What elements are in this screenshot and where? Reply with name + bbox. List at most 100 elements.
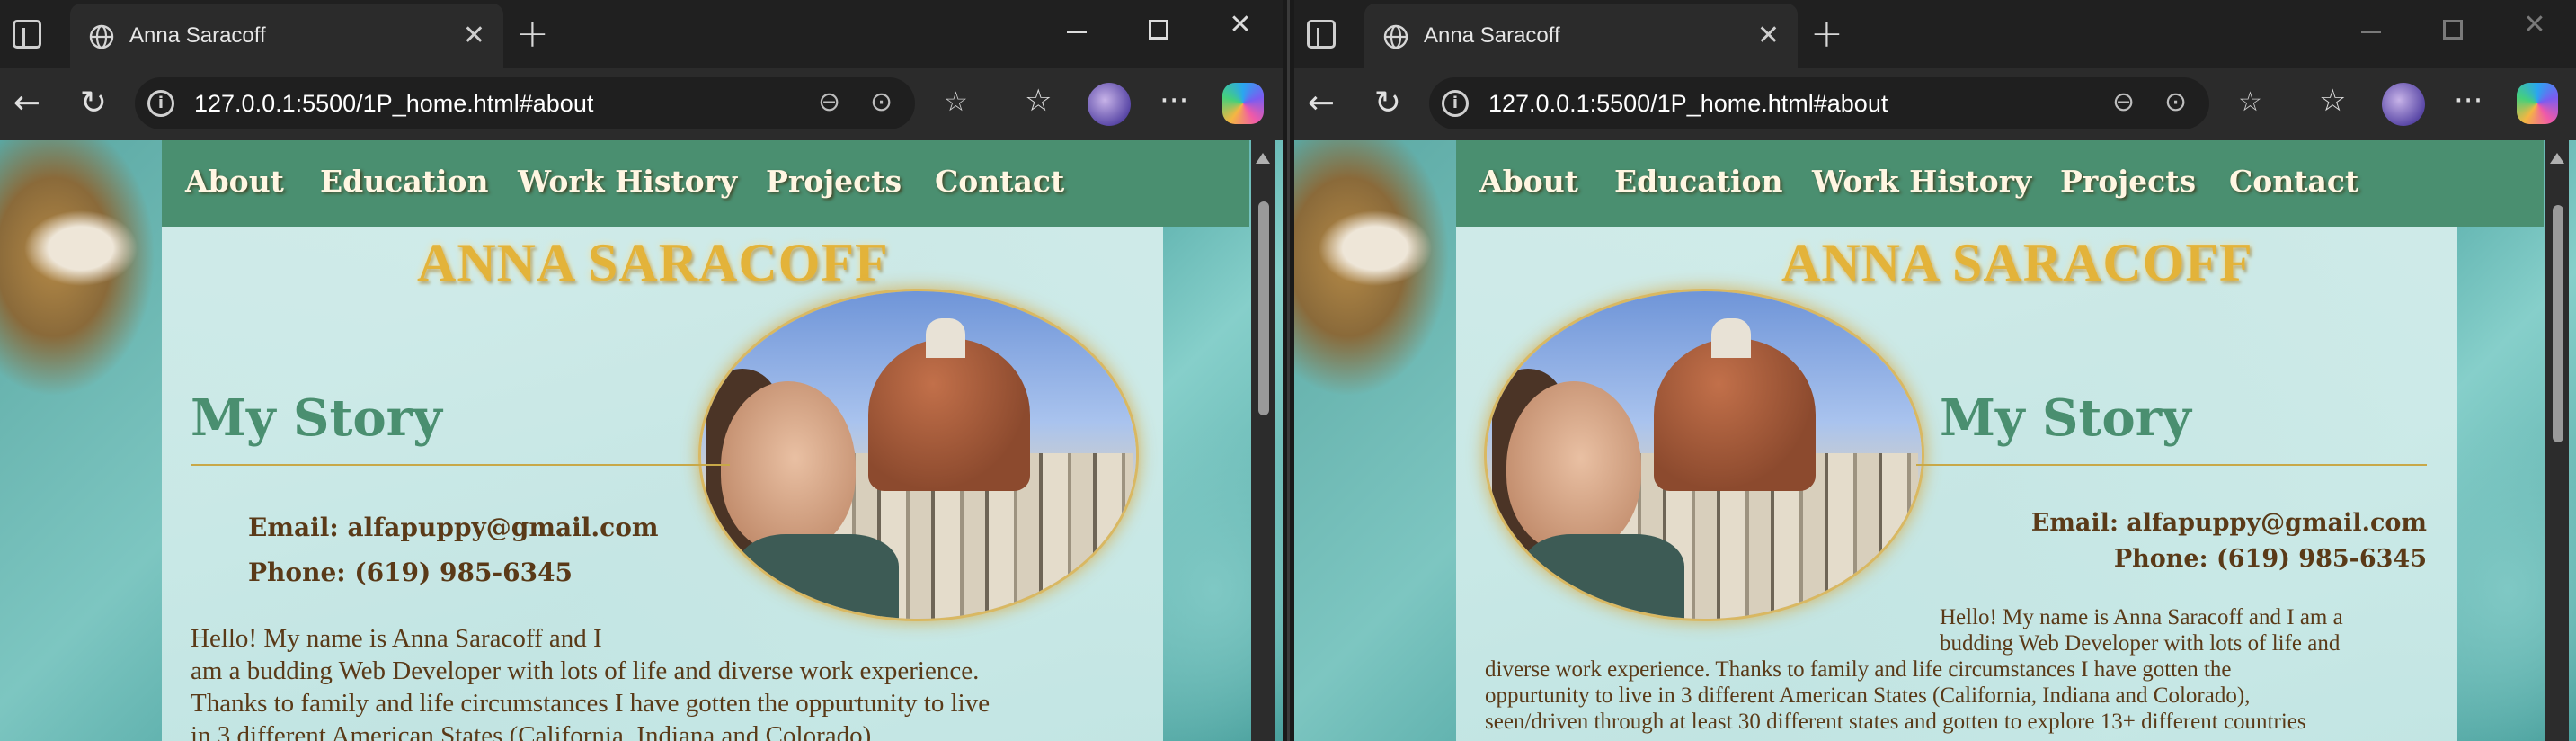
more-icon[interactable]: ··· — [2454, 83, 2483, 119]
nav-work-history[interactable]: Work History — [1812, 164, 2031, 199]
email-text: Email: alfapuppy@gmail.com — [2030, 509, 2427, 537]
refresh-icon[interactable]: ↻ — [1368, 85, 1408, 121]
window-close-icon[interactable]: ✕ — [1213, 9, 1267, 40]
page-viewport: About Education Work History Projects Co… — [1294, 140, 2576, 741]
site-navbar: About Education Work History Projects Co… — [1456, 140, 2544, 227]
address-bar[interactable]: i 127.0.0.1:5500/1P_home.html#about ⊖ ⊙ … — [135, 77, 968, 129]
maximize-icon[interactable] — [2443, 20, 2463, 40]
scroll-up-icon[interactable] — [1256, 153, 1270, 164]
plus-icon[interactable]: + — [1810, 11, 1843, 57]
nav-projects[interactable]: Projects — [2060, 164, 2196, 199]
avatar[interactable] — [1088, 83, 1131, 126]
nav-contact[interactable]: Contact — [935, 164, 1064, 199]
portrait-photo — [1487, 291, 1922, 619]
favorites-icon[interactable]: ☆ — [1025, 83, 1052, 119]
cathedral-cupola — [1711, 318, 1751, 358]
favorites-icon[interactable]: ☆ — [2319, 83, 2346, 119]
tab-actions-icon[interactable] — [13, 20, 41, 49]
star-icon[interactable]: ☆ — [2238, 86, 2262, 118]
scroll-up-icon[interactable] — [2550, 153, 2564, 164]
phone-text: Phone: (619) 985-6345 — [2113, 545, 2427, 573]
zoom-out-icon[interactable]: ⊖ — [2112, 86, 2135, 118]
browser-window-left: Anna Saracoff ✕ + ✕ ← ↻ i 127.0.0.1:5500… — [0, 0, 1283, 741]
site-content: About Education Work History Projects Co… — [1456, 140, 2544, 741]
star-icon[interactable]: ☆ — [944, 86, 968, 118]
story-line: am a budding Web Developer with lots of … — [191, 656, 980, 685]
address-bar[interactable]: i 127.0.0.1:5500/1P_home.html#about ⊖ ⊙ … — [1429, 77, 2262, 129]
phone-text: Phone: (619) 985-6345 — [248, 558, 573, 587]
site-content: About Education Work History Projects Co… — [162, 140, 1249, 741]
story-line: Hello! My name is Anna Saracoff and I am… — [1940, 605, 2343, 629]
section-heading: My Story — [191, 388, 442, 448]
more-circle-icon[interactable]: ⊙ — [870, 86, 893, 118]
window-divider — [1283, 0, 1294, 741]
section-heading: My Story — [1940, 388, 2191, 448]
face — [1506, 381, 1641, 552]
site-brand: ANNA SARACOFF — [417, 233, 889, 292]
page-scrollbar[interactable] — [2545, 140, 2569, 741]
nav-contact[interactable]: Contact — [2229, 164, 2358, 199]
story-line: diverse work experience. Thanks to famil… — [1485, 657, 2232, 682]
story-line: budding Web Developer with lots of life … — [1940, 631, 2341, 656]
heading-rule — [1916, 464, 2427, 466]
more-icon[interactable]: ··· — [1159, 83, 1188, 119]
page-viewport: About Education Work History Projects Co… — [0, 140, 1283, 741]
refresh-icon[interactable]: ↻ — [74, 85, 113, 121]
copilot-icon[interactable] — [1222, 83, 1264, 124]
nav-education[interactable]: Education — [320, 164, 488, 199]
cathedral-dome — [868, 338, 1030, 491]
close-icon[interactable]: ✕ — [1757, 20, 1780, 51]
info-icon[interactable]: i — [1442, 90, 1469, 117]
tab-strip: Anna Saracoff ✕ + ✕ — [1294, 0, 2576, 68]
minimize-icon[interactable] — [1067, 31, 1087, 33]
plus-icon[interactable]: + — [516, 11, 549, 57]
scrollbar-thumb[interactable] — [2553, 205, 2563, 442]
maximize-icon[interactable] — [1149, 20, 1168, 40]
window-close-icon[interactable]: ✕ — [2508, 9, 2562, 40]
cathedral-cupola — [926, 318, 965, 358]
story-line: Thanks to family and life circumstances … — [191, 689, 990, 718]
jacket — [737, 534, 899, 619]
nav-about[interactable]: About — [185, 164, 284, 199]
tab-title: Anna Saracoff — [129, 23, 266, 48]
nav-about[interactable]: About — [1479, 164, 1578, 199]
back-arrow-icon[interactable]: ← — [1301, 85, 1341, 121]
close-icon[interactable]: ✕ — [463, 20, 485, 51]
nav-work-history[interactable]: Work History — [518, 164, 737, 199]
nav-education[interactable]: Education — [1614, 164, 1782, 199]
minimize-icon[interactable] — [2361, 31, 2381, 33]
url-text[interactable]: 127.0.0.1:5500/1P_home.html#about — [194, 90, 593, 118]
info-icon[interactable]: i — [147, 90, 174, 117]
site-navbar: About Education Work History Projects Co… — [162, 140, 1249, 227]
story-line: seen/driven through at least 30 differen… — [1485, 710, 2306, 734]
face — [721, 381, 856, 552]
zoom-out-icon[interactable]: ⊖ — [818, 86, 840, 118]
story-line: oppurtunity to live in 3 different Ameri… — [1485, 683, 2251, 708]
story-line: in 3 different American States (Californ… — [191, 721, 878, 741]
url-text[interactable]: 127.0.0.1:5500/1P_home.html#about — [1488, 90, 1888, 118]
tab-active[interactable]: Anna Saracoff ✕ — [1364, 4, 1798, 68]
story-line: Hello! My name is Anna Saracoff and I — [191, 624, 602, 653]
browser-window-right: Anna Saracoff ✕ + ✕ ← ↻ i 127.0.0.1:5500… — [1294, 0, 2576, 741]
site-brand: ANNA SARACOFF — [1781, 233, 2253, 292]
story-paragraph: Hello! My name is Anna Saracoff and I am… — [191, 622, 990, 741]
scrollbar-thumb[interactable] — [1258, 201, 1269, 415]
heading-rule — [191, 464, 730, 466]
tab-actions-icon[interactable] — [1307, 20, 1336, 49]
more-circle-icon[interactable]: ⊙ — [2164, 86, 2187, 118]
tab-active[interactable]: Anna Saracoff ✕ — [70, 4, 503, 68]
cathedral-dome — [1654, 338, 1816, 491]
tab-title: Anna Saracoff — [1424, 23, 1560, 48]
nav-projects[interactable]: Projects — [766, 164, 902, 199]
copilot-icon[interactable] — [2517, 83, 2558, 124]
address-row: ← ↻ i 127.0.0.1:5500/1P_home.html#about … — [0, 68, 1283, 140]
globe-icon — [89, 24, 114, 49]
tab-strip: Anna Saracoff ✕ + ✕ — [0, 0, 1283, 68]
avatar[interactable] — [2382, 83, 2425, 126]
story-paragraph: Hello! My name is Anna Saracoff and I am… — [1485, 604, 2438, 735]
address-row: ← ↻ i 127.0.0.1:5500/1P_home.html#about … — [1294, 68, 2576, 140]
back-arrow-icon[interactable]: ← — [7, 85, 47, 121]
page-scrollbar[interactable] — [1251, 140, 1275, 741]
globe-icon — [1383, 24, 1408, 49]
portrait-photo — [701, 291, 1136, 619]
